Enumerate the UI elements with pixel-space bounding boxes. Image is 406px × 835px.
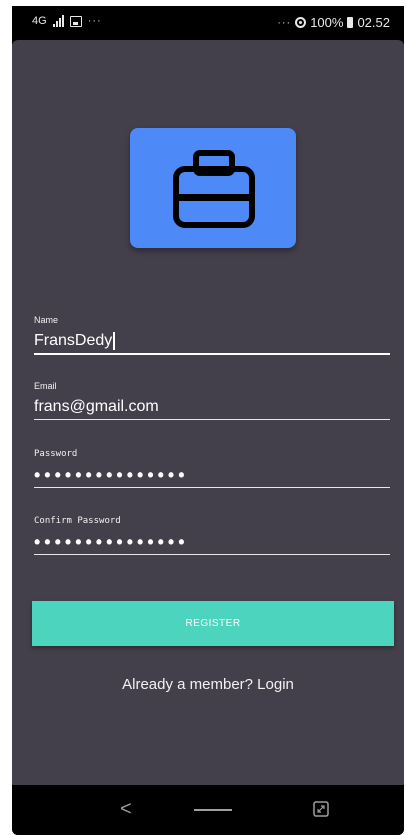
email-field[interactable]: Email frans@gmail.com [34,381,390,420]
briefcase-icon [173,150,255,228]
text-cursor [113,332,115,350]
password-input[interactable]: ••••••••••••••• [34,465,390,485]
image-notification-icon [69,15,82,27]
name-field[interactable]: Name FransDedy [34,315,390,355]
app-logo [130,128,296,248]
name-underline [34,353,390,355]
recent-apps-icon[interactable] [313,801,329,817]
network-type: 4G [32,15,47,27]
home-icon[interactable] [194,809,232,811]
password-underline [34,487,390,488]
name-input[interactable]: FransDedy [34,331,390,351]
name-label: Name [34,315,59,325]
hotspot-icon [295,17,307,28]
signal-icon [52,15,64,27]
confirm-password-label: Confirm Password [34,516,121,526]
status-bar: 4G ··· ··· 100% 02.52 [12,6,404,40]
confirm-password-field[interactable]: Confirm Password ••••••••••••••• [34,516,390,555]
clock: 02.52 [357,15,390,30]
confirm-password-underline [34,554,390,555]
battery-icon [347,17,354,28]
email-value: frans@gmail.com [34,398,159,415]
login-link[interactable]: Already a member? Login [12,676,404,693]
email-input[interactable]: frans@gmail.com [34,397,390,417]
confirm-password-input[interactable]: ••••••••••••••• [34,532,390,552]
register-button[interactable]: REGISTER [32,601,394,646]
more-status-icon: ··· [277,16,292,29]
password-field[interactable]: Password ••••••••••••••• [34,449,390,488]
email-label: Email [34,381,57,391]
name-value: FransDedy [34,332,113,349]
nav-bar: < [12,785,404,835]
status-right: ··· 100% 02.52 [277,15,390,30]
battery-level: 100% [310,15,344,30]
status-left: 4G ··· [32,15,102,27]
password-value: ••••••••••••••• [34,465,189,485]
phone-frame: 4G ··· ··· 100% 02.52 Name FransDedy Ema… [12,6,404,835]
password-label: Password [34,449,78,459]
more-notifications-icon: ··· [87,15,102,27]
email-underline [34,419,390,420]
register-screen: Name FransDedy Email frans@gmail.com Pas… [12,40,404,785]
confirm-password-value: ••••••••••••••• [34,532,189,552]
back-icon[interactable]: < [120,798,132,821]
